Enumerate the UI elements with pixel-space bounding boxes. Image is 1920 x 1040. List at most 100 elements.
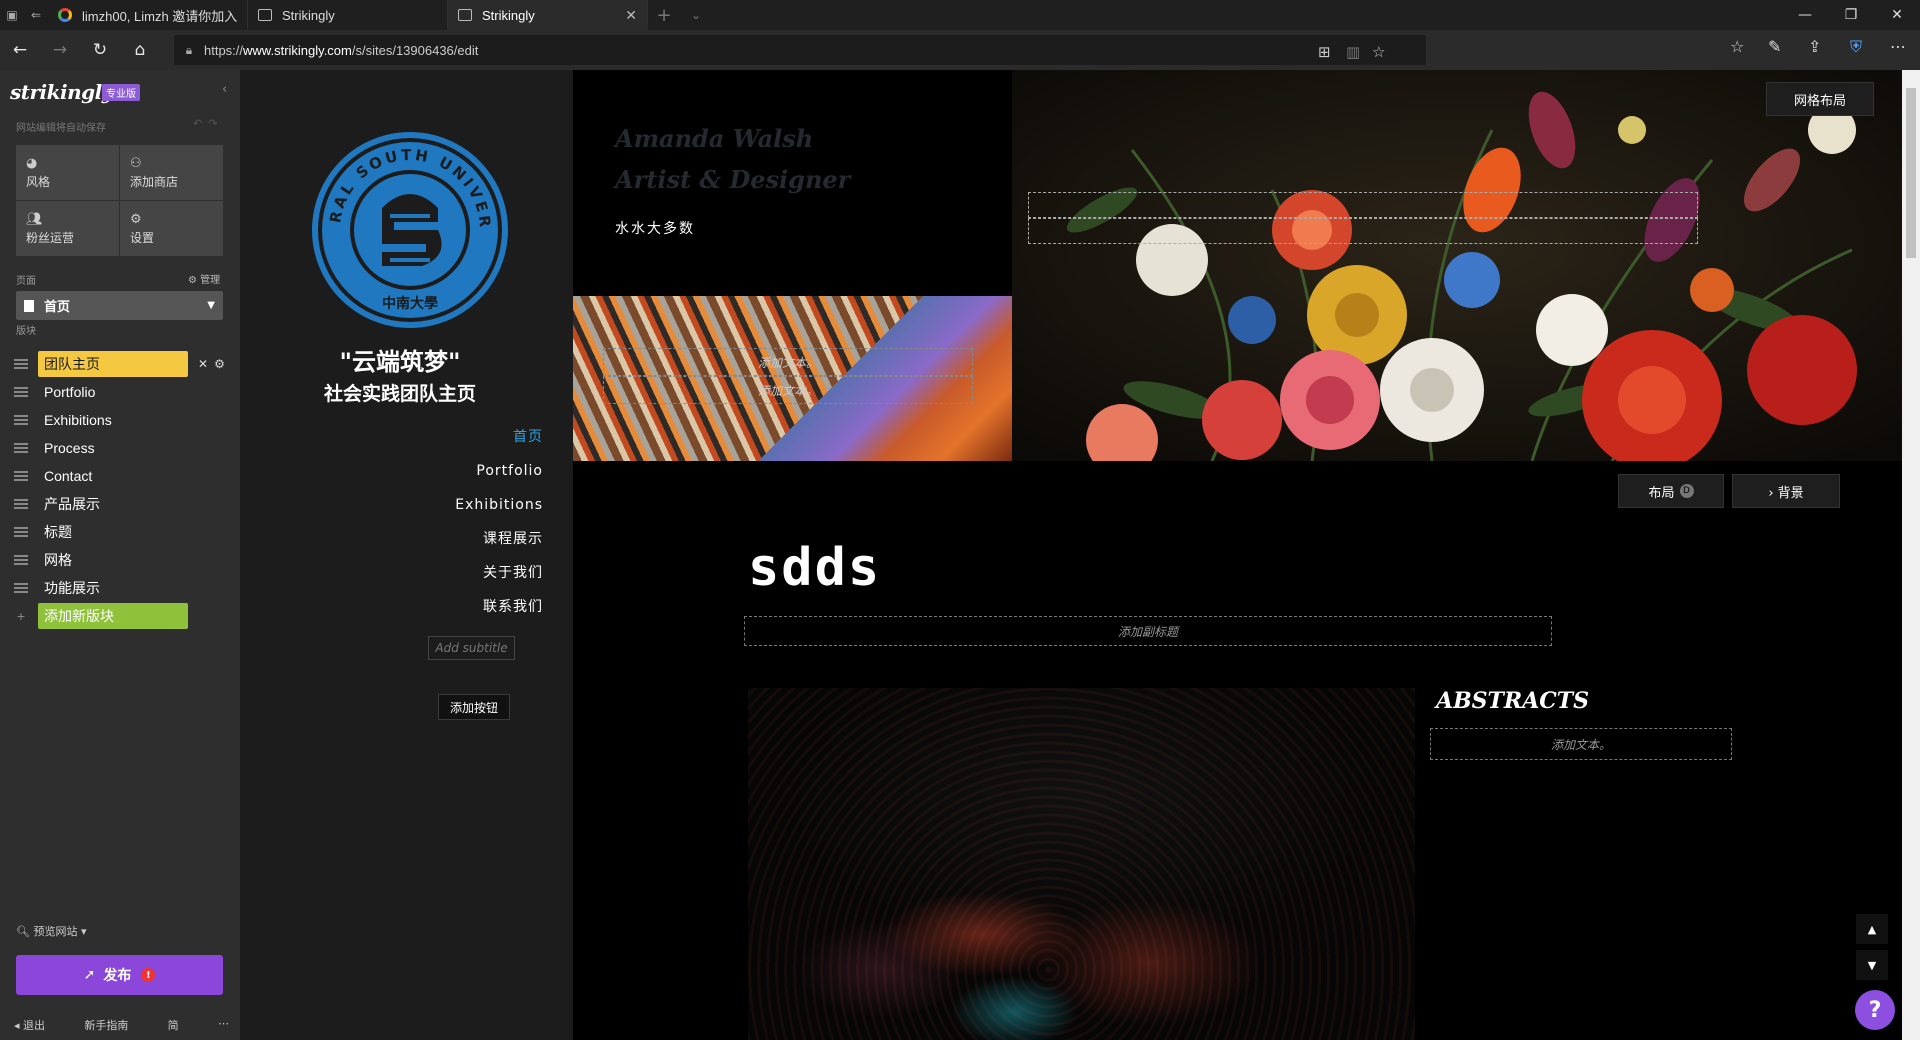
drag-handle-icon[interactable] [14,583,28,593]
menu-item-about[interactable]: 关于我们 [455,556,543,590]
block-label: 功能展示 [44,580,100,596]
add-block-button[interactable]: + 添加新版块 [14,602,234,630]
grid-layout-button[interactable]: 网格布局 [1766,82,1874,116]
hero-placeholder-line-1[interactable] [1028,192,1698,218]
menu-item-exhibitions[interactable]: Exhibitions [455,488,543,522]
block-item[interactable]: Exhibitions [14,406,234,434]
block-settings-icon[interactable]: ⚙ [214,357,225,371]
favorite-star-icon[interactable]: ☆ [1372,43,1385,61]
hero-text-panel: Amanda Walsh Artist & Designer 水水大多数 [573,70,1012,296]
tab-strikingly-1[interactable]: Strikingly [248,0,448,30]
abstract-artwork-image[interactable] [748,688,1415,1040]
scrollbar-thumb[interactable] [1906,88,1916,258]
menu-item-home[interactable]: 首页 [455,420,543,454]
forward-icon[interactable]: → [40,30,80,70]
flower-painting-image[interactable] [1012,70,1902,461]
tab-invite[interactable]: limzh00, Limzh 邀请你加入E [48,0,248,30]
beginner-guide-link[interactable]: 新手指南 [84,1017,128,1033]
manage-pages-link[interactable]: ⚙ 管理 [188,271,220,286]
seal-bottom-text: 中南大學 [382,295,438,312]
hero-placeholder-line-2[interactable] [1028,218,1698,244]
add-store-button[interactable]: ⚇ 添加商店 [120,145,223,200]
tab-title: Strikingly [282,7,335,23]
back-icon[interactable]: ← [0,30,40,70]
scroll-down-icon[interactable]: ▼ [1856,950,1888,980]
block-item[interactable]: 产品展示 [14,490,234,518]
page-dropdown[interactable]: 首页 ▼ [16,291,223,320]
add-button[interactable]: 添加按钮 [438,694,510,720]
language-link[interactable]: 简 [168,1017,179,1033]
hero-name[interactable]: Amanda Walsh [615,124,813,153]
blocks-label: 版块 [16,326,36,337]
add-subtitle-placeholder[interactable]: 添加副标题 [744,616,1552,646]
add-subtitle-field[interactable]: Add subtitle [428,636,515,660]
help-button[interactable]: ? [1855,990,1895,1030]
publish-label: 发布 [103,968,132,984]
new-tab-icon[interactable]: + [648,0,680,30]
add-text-placeholder-1[interactable]: 添加文本。 [603,348,973,376]
more-options-icon[interactable]: ⋯ [1890,37,1906,56]
block-item[interactable]: Portfolio [14,378,234,406]
drag-handle-icon[interactable] [14,359,28,369]
tab-actions-icon[interactable]: ▣ [0,0,24,30]
add-text-placeholder-2[interactable]: 添加文本。 [603,376,973,404]
drag-handle-icon[interactable] [14,499,28,509]
fan-operations-button[interactable]: 👥︎ 粉丝运营 [16,201,119,256]
tool-label: 粉丝运营 [26,230,75,245]
block-item[interactable]: 团队主页 ✕ ⚙ [14,350,234,378]
shield-icon[interactable]: ⛨ [1850,37,1862,57]
reading-view-icon[interactable]: ▥ [1346,43,1360,61]
favorites-list-icon[interactable]: ☆ [1730,37,1744,56]
block-item[interactable]: Process [14,434,234,462]
undo-redo-icon[interactable]: ↶↷ [193,117,223,130]
drag-handle-icon[interactable] [14,555,28,565]
section-title[interactable]: sdds [748,538,881,598]
block-item[interactable]: 功能展示 [14,574,234,602]
style-button[interactable]: ◕ 风格 [16,145,119,200]
web-note-icon[interactable]: ✎ [1768,37,1781,56]
restore-icon[interactable]: ❐ [1828,0,1874,30]
delete-block-icon[interactable]: ✕ [198,357,208,371]
tab-strikingly-2[interactable]: Strikingly ✕ [448,0,648,30]
abstracts-heading[interactable]: ABSTRACTS [1436,688,1589,714]
menu-item-contact[interactable]: 联系我们 [455,590,543,624]
shop-icon: ⚇ [130,155,142,171]
block-item[interactable]: 网格 [14,546,234,574]
url-field[interactable]: 🔒︎ https://www.strikingly.com/s/sites/13… [174,35,1426,65]
set-aside-tabs-icon[interactable]: ⇐ [24,0,48,30]
block-label: 网格 [44,552,72,568]
close-tab-icon[interactable]: ✕ [625,7,637,24]
page-scrollbar[interactable] [1902,70,1920,1040]
collapse-sidebar-icon[interactable]: ‹ [222,82,227,97]
background-button[interactable]: › 背景 [1732,474,1840,508]
drag-handle-icon[interactable] [14,387,28,397]
browser-address-bar: ← → ↻ ⌂ 🔒︎ https://www.strikingly.com/s/… [0,30,1920,70]
minimize-icon[interactable]: — [1782,0,1828,30]
drag-handle-icon[interactable] [14,527,28,537]
rocket-icon: ➚ [83,967,96,983]
add-text-placeholder[interactable]: 添加文本。 [1430,728,1732,760]
layout-button[interactable]: 布局 D [1618,474,1724,508]
menu-item-portfolio[interactable]: Portfolio [455,454,543,488]
hero-cjk-text[interactable]: 水水大多数 [615,218,695,238]
block-item[interactable]: 标题 [14,518,234,546]
menu-item-courses[interactable]: 课程展示 [455,522,543,556]
drag-handle-icon[interactable] [14,443,28,453]
drag-handle-icon[interactable] [14,415,28,425]
exit-link[interactable]: ◂ 退出 [14,1017,45,1033]
block-item[interactable]: Contact [14,462,234,490]
close-window-icon[interactable]: ✕ [1874,0,1920,30]
striped-artwork-image[interactable]: 添加文本。 添加文本。 [573,296,1012,461]
tab-preview-chevron-icon[interactable]: ⌄ [680,0,712,30]
refresh-icon[interactable]: ↻ [80,30,120,70]
more-icon[interactable]: ⋯ [218,1017,229,1033]
share-icon[interactable]: ⇪ [1808,37,1821,56]
settings-button[interactable]: ⚙ 设置 [120,201,223,256]
drag-handle-icon[interactable] [14,471,28,481]
translate-icon[interactable]: ⊞ [1318,43,1331,61]
hero-role[interactable]: Artist & Designer [615,165,850,194]
home-icon[interactable]: ⌂ [120,30,160,70]
publish-button[interactable]: ➚ 发布 ! [16,955,223,995]
scroll-up-icon[interactable]: ▲ [1856,914,1888,944]
preview-site-button[interactable]: 🔍︎ 预览网站 ▾ [16,923,87,939]
